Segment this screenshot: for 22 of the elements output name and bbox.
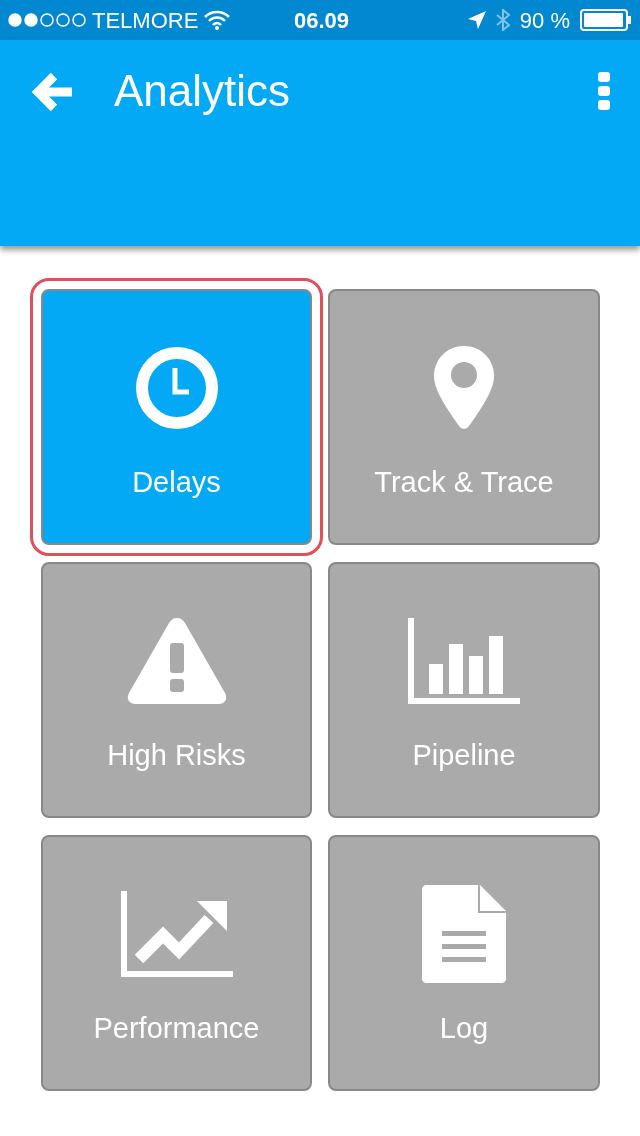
document-icon	[422, 885, 506, 983]
bar-chart-icon	[408, 618, 520, 704]
trend-chart-icon	[120, 891, 233, 977]
page-title: Analytics	[114, 66, 291, 116]
bluetooth-icon	[495, 9, 510, 31]
carrier-name: TELMORE	[92, 6, 199, 35]
menu-tile[interactable]: Performance	[41, 835, 312, 1091]
signal-icon	[8, 13, 86, 27]
menu-tile[interactable]: High Risks	[41, 562, 312, 818]
menu-tile[interactable]: Log	[328, 835, 600, 1091]
location-arrow-icon	[467, 11, 486, 29]
battery-percentage: 90 %	[519, 6, 570, 35]
menu-tile[interactable]: Track & Trace	[328, 289, 600, 545]
more-vertical-icon	[598, 72, 610, 110]
back-arrow-icon	[32, 72, 74, 112]
wifi-icon	[204, 10, 231, 30]
menu-tile[interactable]: Pipeline	[328, 562, 600, 818]
battery-icon	[580, 9, 632, 31]
warning-icon	[126, 616, 227, 706]
clock-icon	[134, 346, 219, 430]
map-pin-icon	[434, 346, 494, 430]
clock-time: 06.09	[294, 6, 350, 35]
